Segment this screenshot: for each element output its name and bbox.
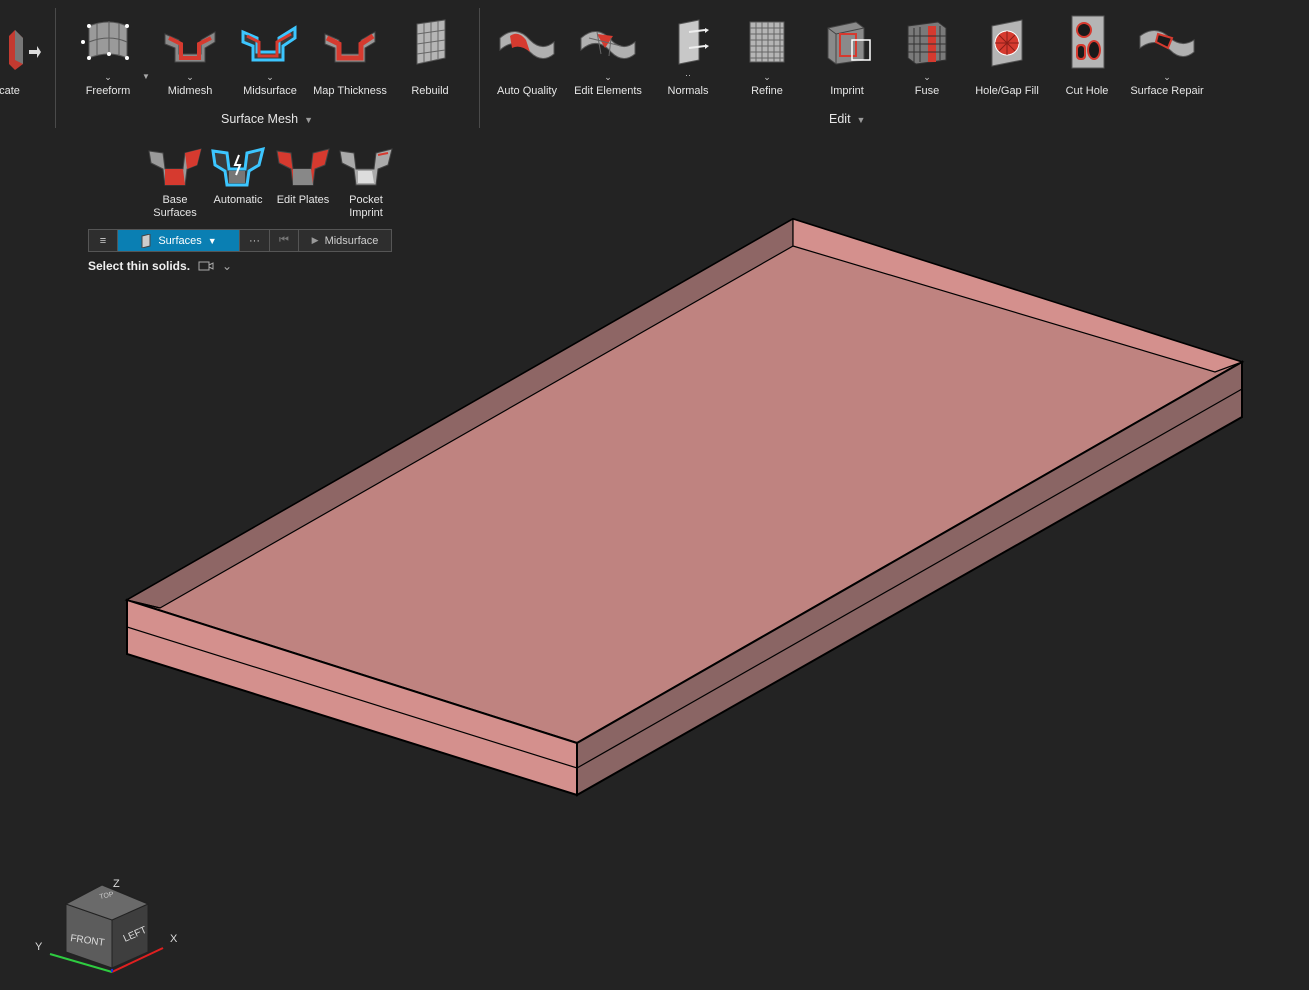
fuse-icon [907,21,947,65]
midsurface-icon [241,25,297,62]
tool-refine[interactable]: ⌄ Refine [727,14,807,97]
freeform-icon [81,21,129,60]
midmesh-icon [164,31,216,63]
view-cube[interactable]: FRONT LEFT TOP Z X Y [35,878,178,973]
chevron-down-icon[interactable]: ⌄ [150,72,230,83]
ribbon-separator [55,8,56,128]
tool-midsurface[interactable]: ⌄ Midsurface [230,14,310,97]
map-thickness-icon [324,31,376,63]
axis-y-label: Y [35,941,43,953]
axis-z-label: Z [113,878,120,890]
tool-label: Rebuild [411,85,449,97]
chevron-down-icon[interactable]: ⌄ [887,72,967,83]
normals-icon [678,19,709,65]
tool-auto-quality[interactable]: Auto Quality [487,14,567,97]
dots-icon[interactable]: ·· [648,70,728,80]
chevron-down-icon[interactable]: ⌄ [568,72,648,83]
surface-repair-icon [1139,30,1195,57]
group-edit[interactable]: Edit ▼ [829,112,865,126]
tool-duplicate-partial[interactable]: plicate [0,14,50,97]
caret-down-icon[interactable]: ▼ [142,72,150,81]
chevron-down-icon[interactable]: ⌄ [68,72,148,83]
tool-freeform[interactable]: ⌄ Freeform [68,14,148,97]
caret-down-icon: ▼ [304,115,314,125]
hole-gap-fill-icon [991,19,1023,67]
tool-imprint[interactable]: Imprint [807,14,887,97]
rebuild-icon [416,19,446,65]
group-surface-mesh[interactable]: Surface Mesh ▼ [221,112,313,126]
tool-rebuild[interactable]: Rebuild [390,14,470,97]
imprint-icon [827,21,871,65]
model-tray[interactable] [124,217,1245,797]
chevron-down-icon[interactable]: ⌄ [1127,72,1207,83]
group-label: Surface Mesh [221,112,299,126]
tool-fuse[interactable]: ⌄ Fuse [887,14,967,97]
cut-hole-icon [1071,15,1105,69]
tool-cut-hole[interactable]: Cut Hole [1047,14,1127,97]
tool-midmesh[interactable]: ⌄ Midmesh [150,14,230,97]
auto-quality-icon [499,31,555,59]
tool-label: plicate [0,85,20,97]
group-label: Edit [829,112,851,126]
chevron-down-icon[interactable]: ⌄ [727,72,807,83]
refine-icon [749,21,785,63]
tool-edit-elements[interactable]: ⌄ Edit Elements [568,14,648,97]
tool-hole-gap-fill[interactable]: Hole/Gap Fill [967,14,1047,97]
graphics-viewport[interactable]: FRONT LEFT TOP Z X Y [0,132,1309,990]
caret-down-icon: ▼ [856,115,866,125]
ribbon: plicate ⌄ Freeform ▼ ⌄ Midmesh ⌄ Midsurf… [0,0,1309,132]
tool-normals[interactable]: ·· Normals [648,14,728,97]
duplicate-icon [9,30,41,70]
ribbon-separator [479,8,480,128]
tool-map-thickness[interactable]: Map Thickness [310,14,390,97]
edit-elements-icon [580,31,636,59]
tool-surface-repair[interactable]: ⌄ Surface Repair [1127,14,1207,97]
tool-label: Surface Repair [1130,85,1204,97]
axis-x-label: X [170,933,178,945]
chevron-down-icon[interactable]: ⌄ [230,72,310,83]
